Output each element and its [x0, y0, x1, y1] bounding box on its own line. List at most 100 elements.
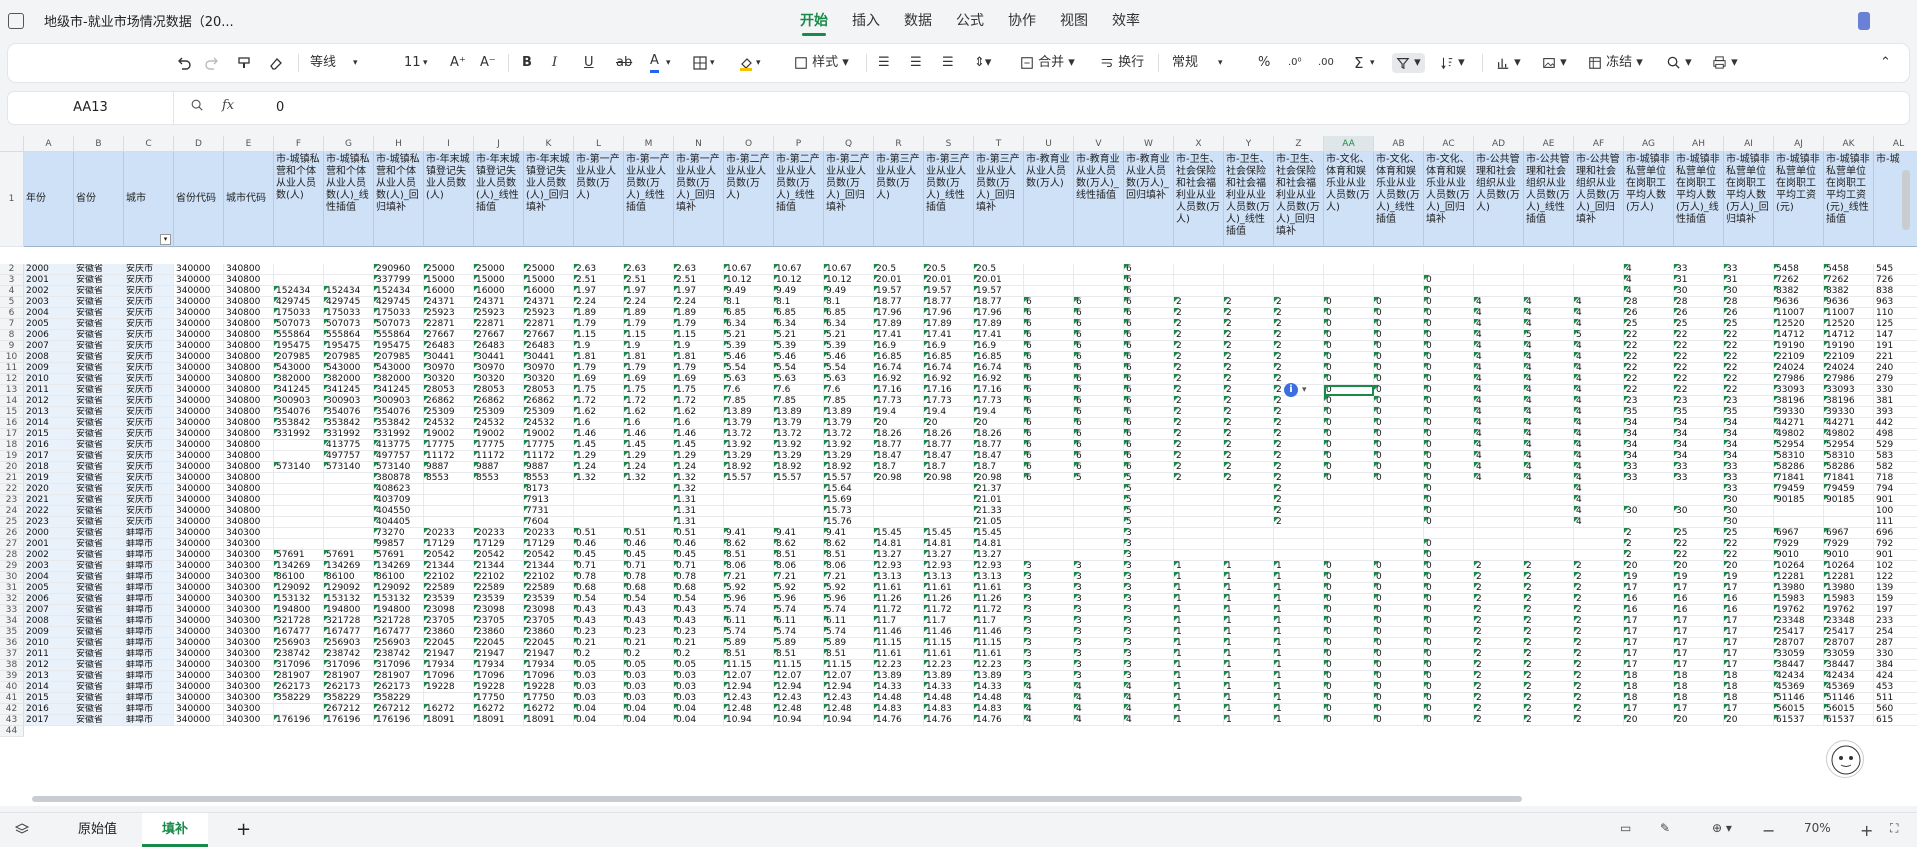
table-cell[interactable]: 13.89 — [874, 671, 924, 682]
table-cell[interactable]: 23 — [1724, 396, 1774, 407]
table-cell[interactable]: 2 — [1274, 341, 1324, 352]
table-cell[interactable]: 4 — [1574, 352, 1624, 363]
table-cell[interactable]: 5.96 — [824, 594, 874, 605]
ribbon-tab[interactable]: 协作 — [1008, 10, 1036, 30]
table-cell[interactable]: 2 — [1224, 462, 1274, 473]
font-color-button[interactable]: A — [650, 53, 659, 73]
table-cell[interactable] — [874, 484, 924, 495]
table-cell[interactable]: 22 — [1674, 539, 1724, 550]
table-cell[interactable]: 25000 — [474, 264, 524, 275]
table-cell[interactable]: 1 — [1174, 638, 1224, 649]
table-cell[interactable] — [1474, 264, 1524, 275]
table-cell[interactable]: 12520 — [1774, 319, 1824, 330]
table-cell[interactable]: 207985 — [274, 352, 324, 363]
table-cell[interactable]: 安徽省 — [74, 451, 124, 462]
table-cell[interactable]: 2 — [1624, 539, 1674, 550]
table-cell[interactable]: 45369 — [1774, 682, 1824, 693]
table-cell[interactable]: 1 — [1274, 704, 1324, 715]
table-cell[interactable]: 安庆市 — [124, 396, 174, 407]
table-cell[interactable]: 1.31 — [674, 495, 724, 506]
table-cell[interactable] — [324, 495, 374, 506]
table-cell[interactable]: 2 — [1474, 649, 1524, 660]
table-cell[interactable]: 18.7 — [924, 462, 974, 473]
table-cell[interactable]: 256903 — [274, 638, 324, 649]
table-cell[interactable]: 12.93 — [924, 561, 974, 572]
table-cell[interactable]: 17.73 — [924, 396, 974, 407]
table-cell[interactable]: 4 — [1024, 715, 1074, 726]
table-cell[interactable]: 2 — [1274, 440, 1324, 451]
column-header[interactable]: W — [1124, 136, 1174, 152]
table-cell[interactable]: 238742 — [374, 649, 424, 660]
table-cell[interactable]: 2 — [1524, 693, 1574, 704]
table-cell[interactable]: 1 — [1274, 572, 1324, 583]
table-cell[interactable]: 23539 — [474, 594, 524, 605]
table-cell[interactable]: 0.05 — [674, 660, 724, 671]
table-cell[interactable]: 4 — [1574, 396, 1624, 407]
table-cell[interactable]: 22589 — [474, 583, 524, 594]
table-cell[interactable]: 22045 — [524, 638, 574, 649]
table-cell[interactable]: 321728 — [324, 616, 374, 627]
table-cell[interactable]: 413775 — [324, 440, 374, 451]
table-cell[interactable]: 15.45 — [924, 528, 974, 539]
table-cell[interactable]: 238742 — [324, 649, 374, 660]
table-cell[interactable]: 44271 — [1824, 418, 1874, 429]
table-cell[interactable]: 13.27 — [924, 550, 974, 561]
table-cell[interactable]: 1.69 — [574, 374, 624, 385]
table-cell[interactable]: 2 — [1574, 704, 1624, 715]
table-cell[interactable]: 14.33 — [924, 682, 974, 693]
table-cell[interactable]: 2 — [1524, 627, 1574, 638]
table-cell[interactable]: 2 — [1474, 715, 1524, 726]
table-cell[interactable]: 340000 — [174, 385, 224, 396]
table-cell[interactable]: 340000 — [174, 583, 224, 594]
table-cell[interactable]: 13.79 — [774, 418, 824, 429]
table-cell[interactable]: 176196 — [324, 715, 374, 726]
table-cell[interactable]: 8553 — [524, 473, 574, 484]
table-cell[interactable]: 28053 — [524, 385, 574, 396]
table-cell[interactable]: 38196 — [1824, 396, 1874, 407]
table-cell[interactable]: 19228 — [424, 682, 474, 693]
table-cell[interactable]: 5 — [1574, 330, 1624, 341]
column-header[interactable]: T — [974, 136, 1024, 152]
table-cell[interactable] — [474, 495, 524, 506]
table-cell[interactable]: 3 — [1074, 561, 1124, 572]
table-cell[interactable]: 27986 — [1824, 374, 1874, 385]
decrease-decimal-icon[interactable]: .00 — [1318, 53, 1334, 73]
table-cell[interactable]: 2 — [1474, 704, 1524, 715]
table-cell[interactable]: 5 — [1124, 506, 1174, 517]
table-cell[interactable] — [1274, 264, 1324, 275]
field-header[interactable]: 市-卫生、社会保险和社会福利业从业人员数(万人)_线性插值 — [1224, 152, 1274, 247]
table-cell[interactable]: 12281 — [1774, 572, 1824, 583]
table-cell[interactable]: 2 — [1524, 561, 1574, 572]
table-cell[interactable]: 498 — [1874, 429, 1917, 440]
table-cell[interactable]: 0.43 — [624, 605, 674, 616]
table-cell[interactable]: 11.15 — [774, 660, 824, 671]
align-right-icon[interactable]: ☰ — [942, 53, 954, 73]
table-cell[interactable]: 17 — [1724, 583, 1774, 594]
table-cell[interactable]: 14.76 — [974, 715, 1024, 726]
table-cell[interactable] — [274, 517, 324, 528]
table-cell[interactable]: 2.24 — [624, 297, 674, 308]
table-cell[interactable]: 14712 — [1774, 330, 1824, 341]
table-cell[interactable]: 20 — [974, 418, 1024, 429]
table-cell[interactable] — [1474, 484, 1524, 495]
table-cell[interactable]: 2 — [1174, 341, 1224, 352]
image-icon[interactable]: ▾ — [1542, 53, 1567, 73]
field-header[interactable]: 市-第二产业从业人员数(万人)_回归填补 — [824, 152, 874, 247]
table-cell[interactable]: 17 — [1724, 704, 1774, 715]
table-cell[interactable]: 2 — [1174, 352, 1224, 363]
table-cell[interactable] — [1574, 550, 1624, 561]
table-cell[interactable]: 4 — [1574, 385, 1624, 396]
table-cell[interactable]: 11007 — [1824, 308, 1874, 319]
table-cell[interactable]: 19002 — [424, 429, 474, 440]
table-cell[interactable]: 23098 — [474, 605, 524, 616]
table-cell[interactable]: 2012 — [24, 396, 74, 407]
table-cell[interactable]: 17096 — [424, 671, 474, 682]
table-cell[interactable]: 340800 — [224, 429, 274, 440]
table-cell[interactable]: 340000 — [174, 363, 224, 374]
table-cell[interactable]: 267212 — [374, 704, 424, 715]
table-cell[interactable]: 195475 — [324, 341, 374, 352]
table-cell[interactable]: 2.24 — [574, 297, 624, 308]
field-header[interactable]: 市-城镇私营和个体从业人员数(人)_回归填补 — [374, 152, 424, 247]
table-cell[interactable]: 0.03 — [574, 682, 624, 693]
table-cell[interactable]: 1.45 — [624, 440, 674, 451]
